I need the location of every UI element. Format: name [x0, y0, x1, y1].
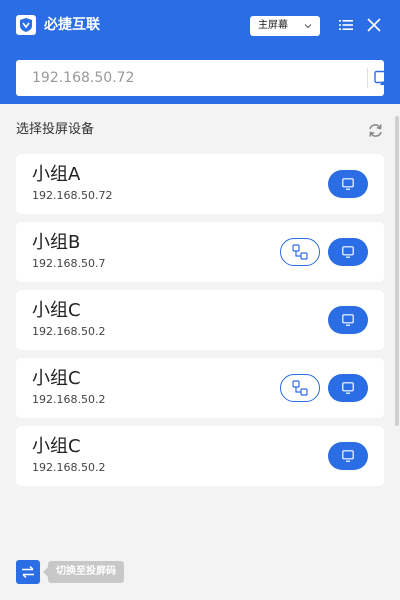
screen-select-value: 主屏幕: [258, 20, 288, 31]
screen-select[interactable]: 主屏幕: [250, 16, 320, 36]
swap-icon: [22, 565, 34, 579]
section-title: 选择投屏设备: [16, 122, 95, 137]
device-name: 小组C: [32, 300, 81, 321]
cast-button[interactable]: [328, 170, 368, 198]
group-icon: [292, 244, 308, 260]
device-ip: 192.168.50.7: [32, 257, 106, 270]
device-card: 小组C 192.168.50.2: [16, 358, 384, 418]
screen-icon: [342, 246, 354, 258]
group-button[interactable]: [280, 374, 320, 402]
search-divider: [367, 68, 368, 88]
device-ip: 192.168.50.2: [32, 393, 106, 406]
cast-button[interactable]: [328, 442, 368, 470]
cast-button[interactable]: [328, 238, 368, 266]
device-card: 小组A 192.168.50.72: [16, 154, 384, 214]
screen-icon: [342, 178, 354, 190]
app-header: 必捷互联 主屏幕: [0, 0, 400, 104]
ip-input[interactable]: [16, 60, 346, 96]
cast-button[interactable]: [328, 306, 368, 334]
screen-icon: [342, 382, 354, 394]
device-ip: 192.168.50.2: [32, 461, 106, 474]
device-card: 小组C 192.168.50.2: [16, 426, 384, 486]
device-card: 小组C 192.168.50.2: [16, 290, 384, 350]
device-name: 小组C: [32, 368, 81, 389]
group-button[interactable]: [280, 238, 320, 266]
device-name: 小组C: [32, 436, 81, 457]
switch-mode-tooltip: 切换至投屏码: [43, 561, 124, 583]
device-ip: 192.168.50.2: [32, 325, 106, 338]
chevron-down-icon: [304, 24, 312, 29]
device-ip: 192.168.50.72: [32, 189, 113, 202]
device-name: 小组B: [32, 232, 81, 253]
list-icon[interactable]: [338, 17, 354, 33]
group-icon: [292, 380, 308, 396]
scrollbar[interactable]: [395, 116, 399, 426]
app-logo-icon: [16, 15, 36, 35]
app-title: 必捷互联: [44, 17, 100, 33]
refresh-icon[interactable]: [368, 123, 383, 138]
cast-screen-icon[interactable]: [374, 70, 392, 86]
device-name: 小组A: [32, 164, 81, 185]
device-card: 小组B 192.168.50.7: [16, 222, 384, 282]
cast-button[interactable]: [328, 374, 368, 402]
ip-search-box: [16, 60, 392, 96]
screen-icon: [342, 450, 354, 462]
screen-icon: [342, 314, 354, 326]
switch-mode-button[interactable]: [16, 560, 40, 584]
close-icon[interactable]: [366, 17, 382, 33]
